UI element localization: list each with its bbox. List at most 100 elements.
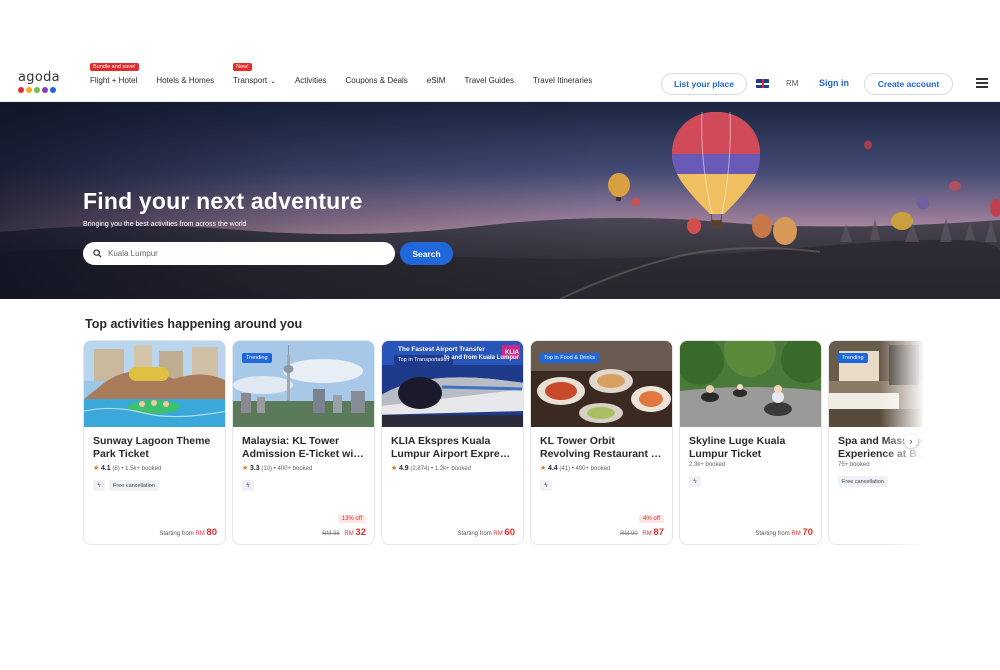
hero-title: Find your next adventure [83, 188, 363, 214]
price-amount: 60 [504, 527, 515, 538]
card-title: Sunway Lagoon Theme Park Ticket [93, 435, 211, 460]
logo-dot [50, 87, 56, 93]
logo-dot [18, 87, 24, 93]
card-booked: 2.3k+ booked [689, 462, 725, 468]
activity-card[interactable]: Skyline Luge Kuala Lumpur Ticket 2.3k+ b… [679, 340, 822, 545]
price-row: Starting from RM 70 [755, 527, 813, 538]
uk-flag-icon[interactable] [756, 79, 769, 88]
star-icon: ★ [391, 465, 398, 472]
nav-item-label: Coupons & Deals [345, 76, 408, 85]
section-title: Top activities happening around you [85, 317, 303, 331]
hero-subtitle: Bringing you the best activities from ac… [83, 221, 247, 228]
rating-value: 4.4 [547, 465, 558, 472]
list-your-place-button[interactable]: List your place [661, 73, 747, 95]
price-row: Starting from RM 80 [159, 527, 217, 538]
price-amount: 32 [355, 527, 366, 538]
free-cancellation-badge: Free cancellation [109, 480, 159, 491]
chevron-down-icon: ⌄ [270, 78, 276, 85]
card-image: Trending [829, 341, 923, 427]
nav-item-label: Activities [294, 76, 327, 85]
card-title: Malaysia: KL Tower Admission E-Ticket wi… [242, 435, 364, 460]
price-amount: 70 [802, 527, 813, 538]
top-category-tag: Top in Food & Drinks [540, 353, 600, 363]
logo-text: agoda [18, 70, 60, 85]
card-rating: ★ 3.3 (10) • 400+ booked [242, 465, 313, 472]
banner-headline: The Fastest Airport Transfer [398, 346, 485, 353]
nav-item-transport[interactable]: New! Transport ⌄ [233, 63, 276, 85]
booked-count: 75+ booked [838, 462, 870, 468]
booked-count: 1.2k+ booked [434, 466, 472, 472]
bundle-badge: Bundle and save! [90, 63, 139, 71]
hamburger-menu-icon[interactable] [976, 78, 988, 90]
booked-count: 2.3k+ booked [689, 462, 726, 468]
card-title: Skyline Luge Kuala Lumpur Ticket [689, 435, 786, 460]
rating-value: 4.1 [100, 465, 111, 472]
activity-card[interactable]: Top in Transportation The Fastest Airpor… [381, 340, 524, 545]
new-badge: New! [233, 63, 252, 71]
nav-item-hotels-homes[interactable]: Hotels & Homes [156, 76, 214, 85]
agoda-logo[interactable]: agoda [18, 70, 62, 93]
original-price: RM 36 [322, 531, 340, 537]
card-image: Top in Food & Drinks [531, 341, 672, 427]
hero-banner: Find your next adventure Bringing you th… [0, 102, 1000, 299]
search-input[interactable] [108, 249, 388, 258]
nav-item-coupons-deals[interactable]: Coupons & Deals [346, 76, 408, 85]
price-currency: RM [195, 531, 205, 537]
card-image: Trending [233, 341, 374, 427]
price-currency: RM [642, 531, 652, 537]
nav-item-flight-hotel[interactable]: Bundle and save! Flight + Hotel [90, 63, 139, 85]
create-account-button[interactable]: Create account [864, 73, 953, 95]
discount-badge: 13% off [337, 515, 366, 523]
activity-card[interactable]: Trending Malaysia: KL Tower Admission E-… [232, 340, 375, 545]
card-rating: ★ 4.9 (2,874) • 1.2k+ booked [391, 465, 472, 472]
nav-item-label: Transport [233, 76, 268, 85]
activities-carousel: Sunway Lagoon Theme Park Ticket ★ 4.1 (8… [83, 340, 923, 548]
lightning-icon: ϟ [93, 480, 105, 491]
nav-item-travel-itineraries[interactable]: Travel Itineraries [533, 76, 592, 85]
discount-badge: 4% off [639, 515, 664, 523]
review-count: (41) [559, 466, 571, 472]
nav-item-esim[interactable]: eSIM [427, 76, 446, 85]
price-prefix: Starting from [159, 531, 194, 537]
search-icon [93, 249, 102, 258]
rating-value: 4.9 [398, 465, 409, 472]
top-nav: agoda Bundle and save! Flight + Hotel Ho… [0, 63, 1000, 102]
price-currency: RM [344, 531, 354, 537]
search-box[interactable] [83, 242, 395, 265]
price-prefix: Starting from [755, 531, 790, 537]
klia-logo: KLIA [505, 350, 519, 356]
price-currency: RM [493, 531, 503, 537]
price-row: Starting from RM 60 [457, 527, 515, 538]
logo-dot [34, 87, 40, 93]
card-image [84, 341, 225, 427]
price-row: RM 36 RM 32 [322, 527, 366, 538]
nav-item-label: Travel Guides [464, 76, 514, 85]
rating-value: 3.3 [249, 465, 260, 472]
trending-tag: Trending [242, 353, 272, 363]
sign-in-link[interactable]: Sign in [819, 78, 849, 88]
booked-count: 1.5k+ booked [125, 466, 162, 472]
activity-card[interactable]: Sunway Lagoon Theme Park Ticket ★ 4.1 (8… [83, 340, 226, 545]
original-price: RM 90 [620, 531, 638, 537]
price-prefix: Starting from [457, 531, 492, 537]
activity-card[interactable]: Top in Food & Drinks KL Tower Orbit Revo… [530, 340, 673, 545]
nav-menu: Bundle and save! Flight + Hotel Hotels &… [90, 63, 611, 85]
nav-item-travel-guides[interactable]: Travel Guides [464, 76, 514, 85]
price-row: RM 90 RM 87 [620, 527, 664, 538]
review-count: (8) [112, 466, 120, 472]
nav-item-activities[interactable]: Activities [295, 76, 327, 85]
star-icon: ★ [93, 465, 100, 472]
nav-item-label: eSIM [426, 76, 446, 85]
review-count: (2,874) [410, 466, 430, 472]
booked-count: 400+ booked [277, 466, 313, 472]
star-icon: ★ [242, 465, 249, 472]
card-booked: 75+ booked [838, 462, 870, 468]
nav-item-label: Travel Itineraries [532, 76, 593, 85]
search-button[interactable]: Search [400, 242, 453, 265]
page: agoda Bundle and save! Flight + Hotel Ho… [0, 0, 1000, 670]
trending-tag: Trending [838, 353, 868, 363]
nav-item-label: Hotels & Homes [156, 76, 215, 85]
card-title: KL Tower Orbit Revolving Restaurant … [540, 435, 662, 460]
chevron-right-icon[interactable]: › [904, 434, 918, 448]
currency-selector[interactable]: RM [786, 79, 798, 88]
